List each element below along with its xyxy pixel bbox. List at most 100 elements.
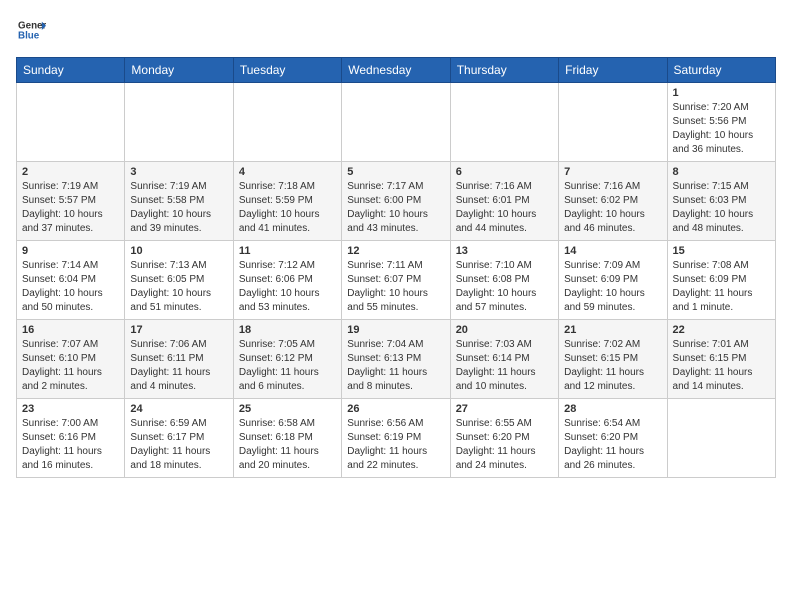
calendar-table: SundayMondayTuesdayWednesdayThursdayFrid… xyxy=(16,57,776,478)
calendar-cell: 19 Sunrise: 7:04 AM Sunset: 6:13 PM Dayli… xyxy=(342,320,450,399)
calendar-cell xyxy=(342,83,450,162)
day-number: 2 xyxy=(22,166,119,178)
calendar-cell: 15Sunrise: 7:08 AM Sunset: 6:09 PM Dayli… xyxy=(667,241,775,320)
day-info: Sunrise: 7:13 AM Sunset: 6:05 PM Dayligh… xyxy=(130,259,227,315)
day-info: Sunrise: 6:55 AM Sunset: 6:20 PM Dayligh… xyxy=(456,417,553,473)
day-number: 3 xyxy=(130,166,227,178)
day-info: Sunrise: 7:15 AM Sunset: 6:03 PM Dayligh… xyxy=(673,180,770,236)
day-number: 17 xyxy=(130,324,227,336)
calendar-cell: 25Sunrise: 6:58 AM Sunset: 6:18 PM Dayli… xyxy=(233,399,341,478)
page-header: General Blue xyxy=(16,16,776,49)
day-info: Sunrise: 6:59 AM Sunset: 6:17 PM Dayligh… xyxy=(130,417,227,473)
day-number: 18 xyxy=(239,324,336,336)
day-info: Sunrise: 6:56 AM Sunset: 6:19 PM Dayligh… xyxy=(347,417,444,473)
calendar-cell xyxy=(125,83,233,162)
calendar-cell: 28 Sunrise: 6:54 AM Sunset: 6:20 PM Dayli… xyxy=(559,399,667,478)
day-number: 20 xyxy=(456,324,553,336)
calendar-cell: 3 Sunrise: 7:19 AM Sunset: 5:58 PM Daylig… xyxy=(125,162,233,241)
day-number: 22 xyxy=(673,324,770,336)
day-info: Sunrise: 7:11 AM Sunset: 6:07 PM Dayligh… xyxy=(347,259,444,315)
calendar-cell: 21 Sunrise: 7:02 AM Sunset: 6:15 PM Dayli… xyxy=(559,320,667,399)
calendar-cell: 6Sunrise: 7:16 AM Sunset: 6:01 PM Daylig… xyxy=(450,162,558,241)
calendar-cell: 14 Sunrise: 7:09 AM Sunset: 6:09 PM Dayli… xyxy=(559,241,667,320)
day-info: Sunrise: 7:18 AM Sunset: 5:59 PM Dayligh… xyxy=(239,180,336,236)
calendar-cell: 16 Sunrise: 7:07 AM Sunset: 6:10 PM Dayli… xyxy=(17,320,125,399)
day-info: Sunrise: 7:16 AM Sunset: 6:02 PM Dayligh… xyxy=(564,180,661,236)
calendar-cell: 24 Sunrise: 6:59 AM Sunset: 6:17 PM Dayli… xyxy=(125,399,233,478)
calendar-cell: 17 Sunrise: 7:06 AM Sunset: 6:11 PM Dayli… xyxy=(125,320,233,399)
calendar-cell: 13Sunrise: 7:10 AM Sunset: 6:08 PM Dayli… xyxy=(450,241,558,320)
logo-icon: General Blue xyxy=(18,16,46,44)
calendar-cell xyxy=(450,83,558,162)
day-info: Sunrise: 7:01 AM Sunset: 6:15 PM Dayligh… xyxy=(673,338,770,394)
svg-text:Blue: Blue xyxy=(18,30,40,41)
day-number: 16 xyxy=(22,324,119,336)
calendar-week-row: 23 Sunrise: 7:00 AM Sunset: 6:16 PM Dayli… xyxy=(17,399,776,478)
calendar-cell: 18 Sunrise: 7:05 AM Sunset: 6:12 PM Dayli… xyxy=(233,320,341,399)
day-number: 19 xyxy=(347,324,444,336)
day-info: Sunrise: 7:03 AM Sunset: 6:14 PM Dayligh… xyxy=(456,338,553,394)
calendar-week-row: 2 Sunrise: 7:19 AM Sunset: 5:57 PM Daylig… xyxy=(17,162,776,241)
day-info: Sunrise: 7:04 AM Sunset: 6:13 PM Dayligh… xyxy=(347,338,444,394)
calendar-cell: 27 Sunrise: 6:55 AM Sunset: 6:20 PM Dayli… xyxy=(450,399,558,478)
calendar-cell: 5Sunrise: 7:17 AM Sunset: 6:00 PM Daylig… xyxy=(342,162,450,241)
calendar-cell: 23 Sunrise: 7:00 AM Sunset: 6:16 PM Dayli… xyxy=(17,399,125,478)
day-number: 4 xyxy=(239,166,336,178)
calendar-week-row: 16 Sunrise: 7:07 AM Sunset: 6:10 PM Dayli… xyxy=(17,320,776,399)
calendar-cell: 11 Sunrise: 7:12 AM Sunset: 6:06 PM Dayli… xyxy=(233,241,341,320)
day-number: 14 xyxy=(564,245,661,257)
calendar-cell: 1 Sunrise: 7:20 AM Sunset: 5:56 PM Daylig… xyxy=(667,83,775,162)
day-of-week-header: Wednesday xyxy=(342,58,450,83)
calendar-cell xyxy=(559,83,667,162)
day-number: 10 xyxy=(130,245,227,257)
calendar-cell: 9 Sunrise: 7:14 AM Sunset: 6:04 PM Daylig… xyxy=(17,241,125,320)
day-info: Sunrise: 6:54 AM Sunset: 6:20 PM Dayligh… xyxy=(564,417,661,473)
calendar-cell: 8 Sunrise: 7:15 AM Sunset: 6:03 PM Daylig… xyxy=(667,162,775,241)
calendar-cell: 2 Sunrise: 7:19 AM Sunset: 5:57 PM Daylig… xyxy=(17,162,125,241)
calendar-week-row: 1 Sunrise: 7:20 AM Sunset: 5:56 PM Daylig… xyxy=(17,83,776,162)
calendar-cell: 12Sunrise: 7:11 AM Sunset: 6:07 PM Dayli… xyxy=(342,241,450,320)
day-number: 27 xyxy=(456,403,553,415)
day-info: Sunrise: 7:10 AM Sunset: 6:08 PM Dayligh… xyxy=(456,259,553,315)
day-info: Sunrise: 7:06 AM Sunset: 6:11 PM Dayligh… xyxy=(130,338,227,394)
day-info: Sunrise: 7:14 AM Sunset: 6:04 PM Dayligh… xyxy=(22,259,119,315)
calendar-cell xyxy=(17,83,125,162)
calendar-cell: 10 Sunrise: 7:13 AM Sunset: 6:05 PM Dayli… xyxy=(125,241,233,320)
day-number: 9 xyxy=(22,245,119,257)
day-number: 11 xyxy=(239,245,336,257)
day-number: 15 xyxy=(673,245,770,257)
day-number: 1 xyxy=(673,87,770,99)
day-number: 24 xyxy=(130,403,227,415)
calendar-cell: 4 Sunrise: 7:18 AM Sunset: 5:59 PM Daylig… xyxy=(233,162,341,241)
day-info: Sunrise: 7:02 AM Sunset: 6:15 PM Dayligh… xyxy=(564,338,661,394)
day-of-week-header: Friday xyxy=(559,58,667,83)
day-info: Sunrise: 7:07 AM Sunset: 6:10 PM Dayligh… xyxy=(22,338,119,394)
calendar-cell xyxy=(233,83,341,162)
calendar-cell: 7 Sunrise: 7:16 AM Sunset: 6:02 PM Daylig… xyxy=(559,162,667,241)
day-number: 28 xyxy=(564,403,661,415)
day-number: 7 xyxy=(564,166,661,178)
day-of-week-header: Sunday xyxy=(17,58,125,83)
day-info: Sunrise: 7:00 AM Sunset: 6:16 PM Dayligh… xyxy=(22,417,119,473)
day-info: Sunrise: 7:12 AM Sunset: 6:06 PM Dayligh… xyxy=(239,259,336,315)
day-info: Sunrise: 7:17 AM Sunset: 6:00 PM Dayligh… xyxy=(347,180,444,236)
day-of-week-header: Thursday xyxy=(450,58,558,83)
day-number: 8 xyxy=(673,166,770,178)
day-number: 6 xyxy=(456,166,553,178)
day-number: 23 xyxy=(22,403,119,415)
day-of-week-header: Monday xyxy=(125,58,233,83)
calendar-week-row: 9 Sunrise: 7:14 AM Sunset: 6:04 PM Daylig… xyxy=(17,241,776,320)
day-info: Sunrise: 7:19 AM Sunset: 5:57 PM Dayligh… xyxy=(22,180,119,236)
day-of-week-header: Saturday xyxy=(667,58,775,83)
calendar-cell xyxy=(667,399,775,478)
day-of-week-header: Tuesday xyxy=(233,58,341,83)
day-info: Sunrise: 6:58 AM Sunset: 6:18 PM Dayligh… xyxy=(239,417,336,473)
day-info: Sunrise: 7:05 AM Sunset: 6:12 PM Dayligh… xyxy=(239,338,336,394)
day-number: 21 xyxy=(564,324,661,336)
day-info: Sunrise: 7:20 AM Sunset: 5:56 PM Dayligh… xyxy=(673,101,770,157)
day-info: Sunrise: 7:09 AM Sunset: 6:09 PM Dayligh… xyxy=(564,259,661,315)
calendar-header-row: SundayMondayTuesdayWednesdayThursdayFrid… xyxy=(17,58,776,83)
day-number: 26 xyxy=(347,403,444,415)
day-info: Sunrise: 7:19 AM Sunset: 5:58 PM Dayligh… xyxy=(130,180,227,236)
logo: General Blue xyxy=(16,16,46,49)
